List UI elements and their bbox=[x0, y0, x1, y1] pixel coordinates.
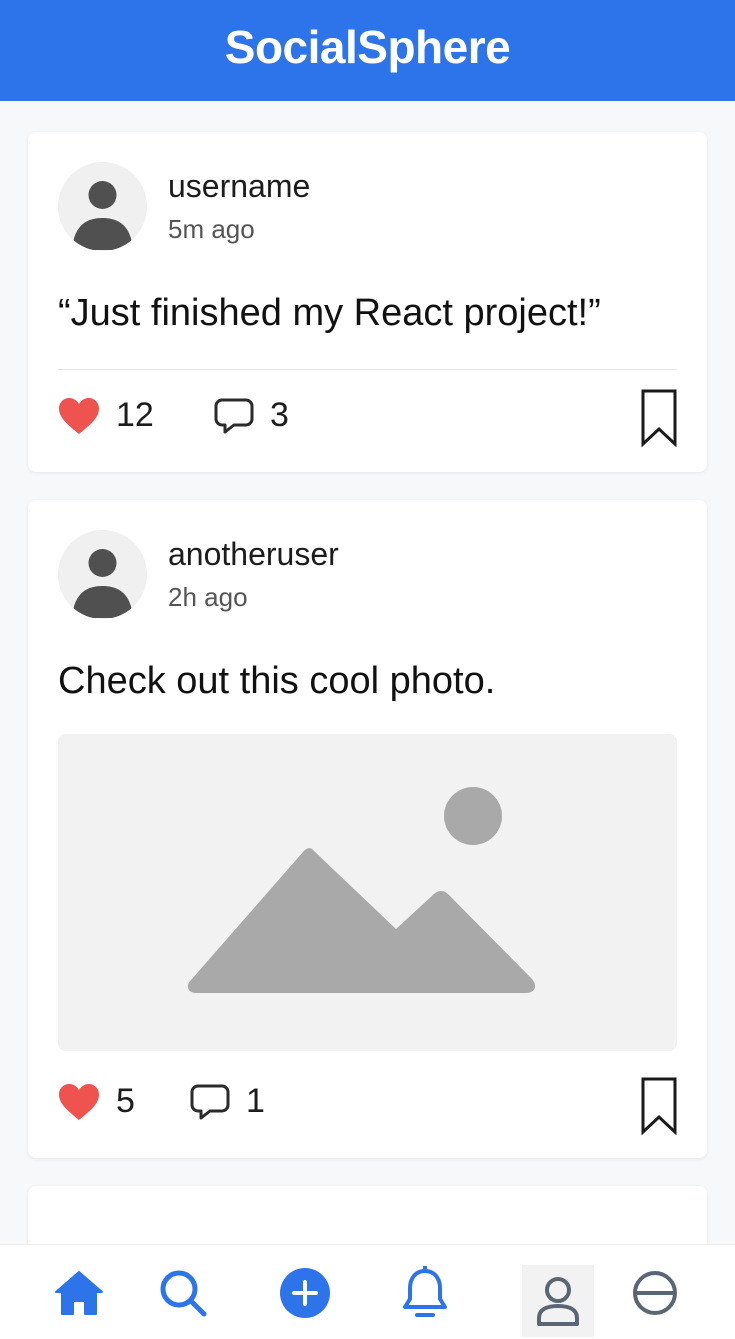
nav-profile[interactable] bbox=[522, 1265, 594, 1337]
home-icon bbox=[55, 1270, 103, 1315]
post-username[interactable]: anotheruser bbox=[168, 536, 339, 573]
avatar[interactable] bbox=[58, 162, 147, 251]
post-card: anotheruser 2h ago Check out this cool p… bbox=[28, 500, 707, 1158]
like-count: 12 bbox=[116, 396, 154, 434]
post-card: username 5m ago “Just finished my React … bbox=[28, 132, 707, 472]
avatar[interactable] bbox=[58, 530, 147, 619]
post-image[interactable] bbox=[58, 734, 677, 1051]
post-username[interactable]: username bbox=[168, 168, 310, 205]
user-avatar-icon bbox=[58, 530, 147, 619]
app-title: SocialSphere bbox=[224, 20, 511, 73]
post-text: Check out this cool photo. bbox=[58, 660, 496, 702]
speech-bubble-icon bbox=[214, 397, 254, 435]
user-icon bbox=[537, 1277, 579, 1326]
comment-count: 3 bbox=[270, 396, 289, 434]
nav-more[interactable] bbox=[620, 1245, 690, 1339]
like-button[interactable]: 5 bbox=[58, 1082, 135, 1121]
post-timestamp: 5m ago bbox=[168, 214, 255, 244]
app-screen: SocialSphere username 5m ago “Just finis… bbox=[0, 0, 735, 1339]
nav-notifications[interactable] bbox=[390, 1245, 460, 1339]
heart-icon bbox=[58, 1083, 100, 1121]
nav-search[interactable] bbox=[148, 1245, 218, 1339]
nav-home[interactable] bbox=[44, 1245, 114, 1339]
app-header: SocialSphere bbox=[0, 0, 735, 101]
heart-icon bbox=[58, 397, 100, 435]
like-count: 5 bbox=[116, 1082, 135, 1120]
bookmark-icon bbox=[641, 389, 677, 448]
plus-circle-icon bbox=[280, 1267, 330, 1318]
bell-icon bbox=[403, 1265, 447, 1317]
comment-button[interactable]: 3 bbox=[214, 396, 289, 435]
post-text: “Just finished my React project!” bbox=[58, 292, 601, 334]
bookmark-button[interactable] bbox=[641, 1077, 677, 1136]
image-placeholder-icon bbox=[58, 734, 677, 1051]
like-button[interactable]: 12 bbox=[58, 396, 154, 435]
bookmark-button[interactable] bbox=[641, 389, 677, 448]
comment-button[interactable]: 1 bbox=[190, 1082, 265, 1121]
divider bbox=[58, 369, 677, 370]
nav-create-post[interactable] bbox=[270, 1245, 340, 1339]
speech-bubble-icon bbox=[190, 1083, 230, 1121]
bottom-nav bbox=[0, 1244, 735, 1339]
comment-count: 1 bbox=[246, 1082, 265, 1120]
minus-circle-icon bbox=[633, 1270, 677, 1315]
post-timestamp: 2h ago bbox=[168, 582, 248, 612]
search-icon bbox=[160, 1270, 207, 1316]
bookmark-icon bbox=[641, 1077, 677, 1136]
user-avatar-icon bbox=[58, 162, 147, 251]
